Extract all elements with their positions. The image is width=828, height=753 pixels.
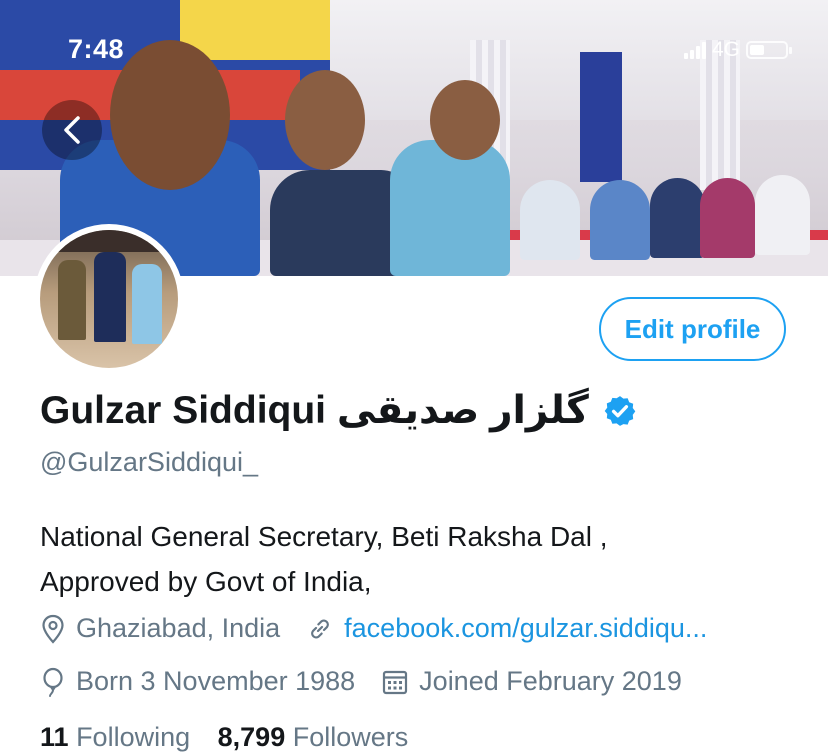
network-type: 4G [711,38,740,61]
location-item: Ghaziabad, India [40,613,280,644]
banner-blue-drape [580,52,622,182]
avatar-photo [40,230,178,368]
profile-handle: @GulzarSiddiqui_ [40,447,259,477]
calendar-icon [381,668,409,696]
status-indicators: 4G [683,38,792,62]
banner-person-head [285,70,365,170]
followers-count: 8,799 [217,722,286,752]
status-time: 7:48 [68,34,125,64]
profile-name-row: Gulzar Siddiqui گلزار صدیقی [40,388,637,433]
profile-meta-row: Ghaziabad, India facebook.com/gulzar.sid… [40,613,733,644]
birthday-text: Born 3 November 1988 [76,666,356,696]
joined-item: Joined February 2019 [381,666,682,697]
banner-person-head [110,40,230,190]
banner-person [390,140,510,276]
battery-icon [746,41,792,59]
banner-person [590,180,650,260]
profile-dates-row: Born 3 November 1988 Joined February 201… [40,666,708,697]
chevron-left-icon [61,115,83,145]
banner-person [650,178,705,258]
follow-stats: 11 Following 8,799 Followers [40,722,428,753]
following-label: Following [76,722,191,752]
signal-icon [683,41,706,59]
website-link[interactable]: facebook.com/gulzar.siddiqu... [344,613,707,644]
banner-person-head [430,80,500,160]
back-button[interactable] [42,100,102,160]
joined-text: Joined February 2019 [419,666,682,696]
website-item[interactable]: facebook.com/gulzar.siddiqu... [306,613,707,644]
banner-drape [700,40,740,190]
following-link[interactable]: 11 Following [40,722,218,752]
banner-person [755,175,810,255]
balloon-icon [40,667,66,697]
bio-line: National General Secretary, Beti Raksha … [40,521,608,552]
profile-bio: National General Secretary, Beti Raksha … [40,514,800,604]
banner-person [700,178,755,258]
display-name: Gulzar Siddiqui گلزار صدیقی [40,389,589,432]
verified-badge-icon [603,394,637,428]
birthday-item: Born 3 November 1988 [40,666,355,697]
location-text: Ghaziabad, India [76,613,281,643]
followers-link[interactable]: 8,799 Followers [218,722,429,752]
link-icon [306,615,334,643]
edit-profile-button[interactable]: Edit profile [599,297,786,361]
following-count: 11 [40,722,69,752]
bio-line: Approved by Govt of India, [40,566,372,597]
location-pin-icon [40,614,66,644]
banner-person [520,180,580,260]
followers-label: Followers [292,722,409,752]
profile-avatar[interactable] [34,224,184,374]
